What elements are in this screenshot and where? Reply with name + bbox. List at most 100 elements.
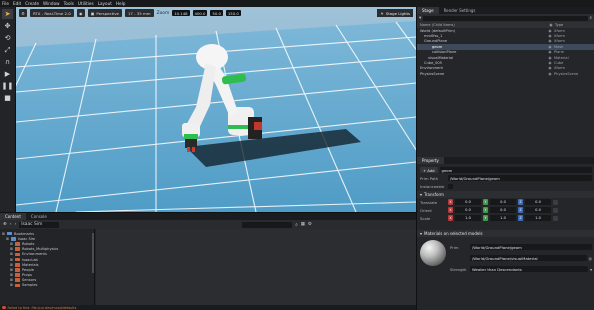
materials-section-header[interactable]: ▾ Materials on selected models [417,230,594,237]
search-icon[interactable]: ⌕ [590,15,592,21]
add-button-label: Add [427,167,435,173]
stage-lights-button[interactable]: ☀ Stage Lights [377,9,413,17]
materials-section-title: Materials on selected models [424,231,483,236]
zoom-field[interactable]: 10.148 [172,10,190,16]
move-tool-icon[interactable]: ✥ [2,21,13,31]
focus-field[interactable]: 400.0 [192,10,208,16]
expand-icon[interactable]: ⊞ [2,232,5,236]
stage-item-name: visualMaterial [428,55,454,60]
transform-x-field[interactable]: 1.0 [455,215,481,221]
tab-render-settings[interactable]: Render Settings [439,7,481,14]
add-button[interactable]: + Add [420,167,438,173]
tab-stage[interactable]: Stage [417,7,439,14]
name-column-header[interactable]: Name (Child Items) [420,23,547,27]
stage-search-input[interactable] [423,15,588,21]
visibility-eye-icon[interactable]: ◉ [546,45,554,49]
reset-icon[interactable] [553,207,558,213]
menu-file[interactable]: File [2,1,9,6]
expand-icon[interactable]: ⊞ [10,273,13,277]
import-icon[interactable]: ⊕ [3,222,7,227]
pause-icon[interactable]: ❚❚ [2,81,14,91]
distance-field[interactable]: 150.0 [225,10,241,16]
visibility-eye-icon[interactable]: ◉ [546,56,554,60]
menu-utilities[interactable]: Utilities [78,1,94,6]
snap-tool-icon[interactable]: ∩ [2,57,13,67]
scale-tool-icon[interactable]: ⤢ [2,45,13,55]
menu-edit[interactable]: Edit [13,1,21,6]
stage-tree-row[interactable]: PhysicsScene ◉ PhysicsScene [417,71,594,76]
transform-section-header[interactable]: ▾ Transform [417,191,594,198]
settings-icon[interactable]: ⚙ [308,222,312,227]
back-icon[interactable]: ‹ [10,222,12,227]
visibility-eye-icon[interactable]: ◉ [546,72,554,76]
folder-tree-item[interactable]: ⊞ Samples [0,283,94,288]
visibility-eye-icon[interactable]: ◉ [546,29,554,33]
transform-x-field[interactable]: 0.0 [455,207,481,213]
type-column-header[interactable]: Type [555,23,591,27]
fov-field[interactable]: 50.0 [210,10,223,16]
reset-icon[interactable] [553,199,558,205]
transform-z-field[interactable]: 0.0 [525,199,551,205]
menu-tools[interactable]: Tools [64,1,74,6]
play-icon[interactable]: ▶ [2,69,13,79]
light-icon: ☀ [380,10,384,16]
reset-icon[interactable] [553,215,558,221]
expand-icon[interactable]: ⊞ [10,263,13,267]
gear-icon[interactable]: ⚙ [19,9,27,17]
prim-name-field[interactable]: geom [439,167,592,173]
search-icon[interactable]: ⌕ [295,222,297,228]
expand-icon[interactable]: ⊞ [10,247,13,251]
tab-content[interactable]: Content [0,213,26,220]
transform-x-field[interactable]: 0.0 [455,199,481,205]
grid-view-icon[interactable]: ▦ [301,222,305,227]
material-path-field[interactable]: /World/GroundPlane/visualMaterial [470,255,587,261]
transform-z-field[interactable]: 0.0 [525,207,551,213]
menu-window[interactable]: Window [43,1,60,6]
visibility-eye-icon[interactable]: ◉ [546,66,554,70]
lens-button[interactable]: 17 - 35 mm [124,9,154,17]
expand-icon[interactable]: ⊞ [10,268,13,272]
prim-path-field[interactable]: /World/GroundPlane/geom [448,175,592,181]
visibility-eye-icon[interactable]: ◉ [546,34,554,38]
menu-layout[interactable]: Layout [98,1,112,6]
chevron-down-icon[interactable]: ▾ [590,267,592,272]
folder-tree-scrollbar[interactable] [92,233,94,273]
expand-icon[interactable]: ⊞ [6,237,9,241]
folder-icon [15,273,21,277]
content-panel: Content Console ⊕ ‹ › Isaac Sim ⌕ ▦ ⚙ ⊞ B… [0,212,416,310]
menu-help[interactable]: Help [116,1,126,6]
forward-icon[interactable]: › [14,222,16,227]
camera-button[interactable]: ▣ Perspective [87,9,122,17]
visibility-eye-icon[interactable]: ◉ [546,50,554,54]
expand-icon[interactable]: ⊞ [10,278,13,282]
expand-icon[interactable]: ⊞ [10,283,13,287]
stop-icon[interactable]: ■ [2,93,13,103]
expand-icon[interactable]: ⊞ [10,242,13,246]
content-search-input[interactable] [242,221,293,228]
folder-name: Robots [22,241,35,246]
expand-icon[interactable]: ⊞ [10,252,13,256]
select-tool-icon[interactable]: ➤ [2,9,13,19]
instanceable-checkbox[interactable] [448,183,453,189]
renderer-button[interactable]: RTX - Real-Time 2.0 [30,9,74,17]
menu-create[interactable]: Create [25,1,39,6]
transform-y-field[interactable]: 0.0 [490,199,516,205]
rotate-tool-icon[interactable]: ⟲ [2,33,13,43]
tab-console[interactable]: Console [26,213,52,220]
viewport[interactable]: ⚙ RTX - Real-Time 2.0 ◉ ▣ Perspective 17 … [16,7,416,212]
expand-icon[interactable]: ⊞ [10,258,13,262]
eye-icon[interactable]: ◉ [76,9,85,17]
transform-y-field[interactable]: 0.0 [490,207,516,213]
visibility-eye-icon[interactable]: ◉ [546,39,554,43]
material-picker-icon[interactable]: ◎ [589,256,592,261]
renderer-label: RTX - Real-Time 2.0 [33,10,71,16]
visibility-eye-icon[interactable]: ◉ [546,61,554,65]
tab-property[interactable]: Property [417,157,444,164]
strength-dropdown[interactable]: Weaker than Descendants [470,266,589,272]
transform-z-field[interactable]: 1.0 [525,215,551,221]
content-path-field[interactable]: Isaac Sim [19,221,60,228]
material-prim-field[interactable]: /World/GroundPlane/geom [470,244,592,250]
folder-name: Robots_Multiphysics [22,247,59,252]
filter-icon[interactable]: ▾ [419,16,421,21]
transform-y-field[interactable]: 1.0 [490,215,516,221]
